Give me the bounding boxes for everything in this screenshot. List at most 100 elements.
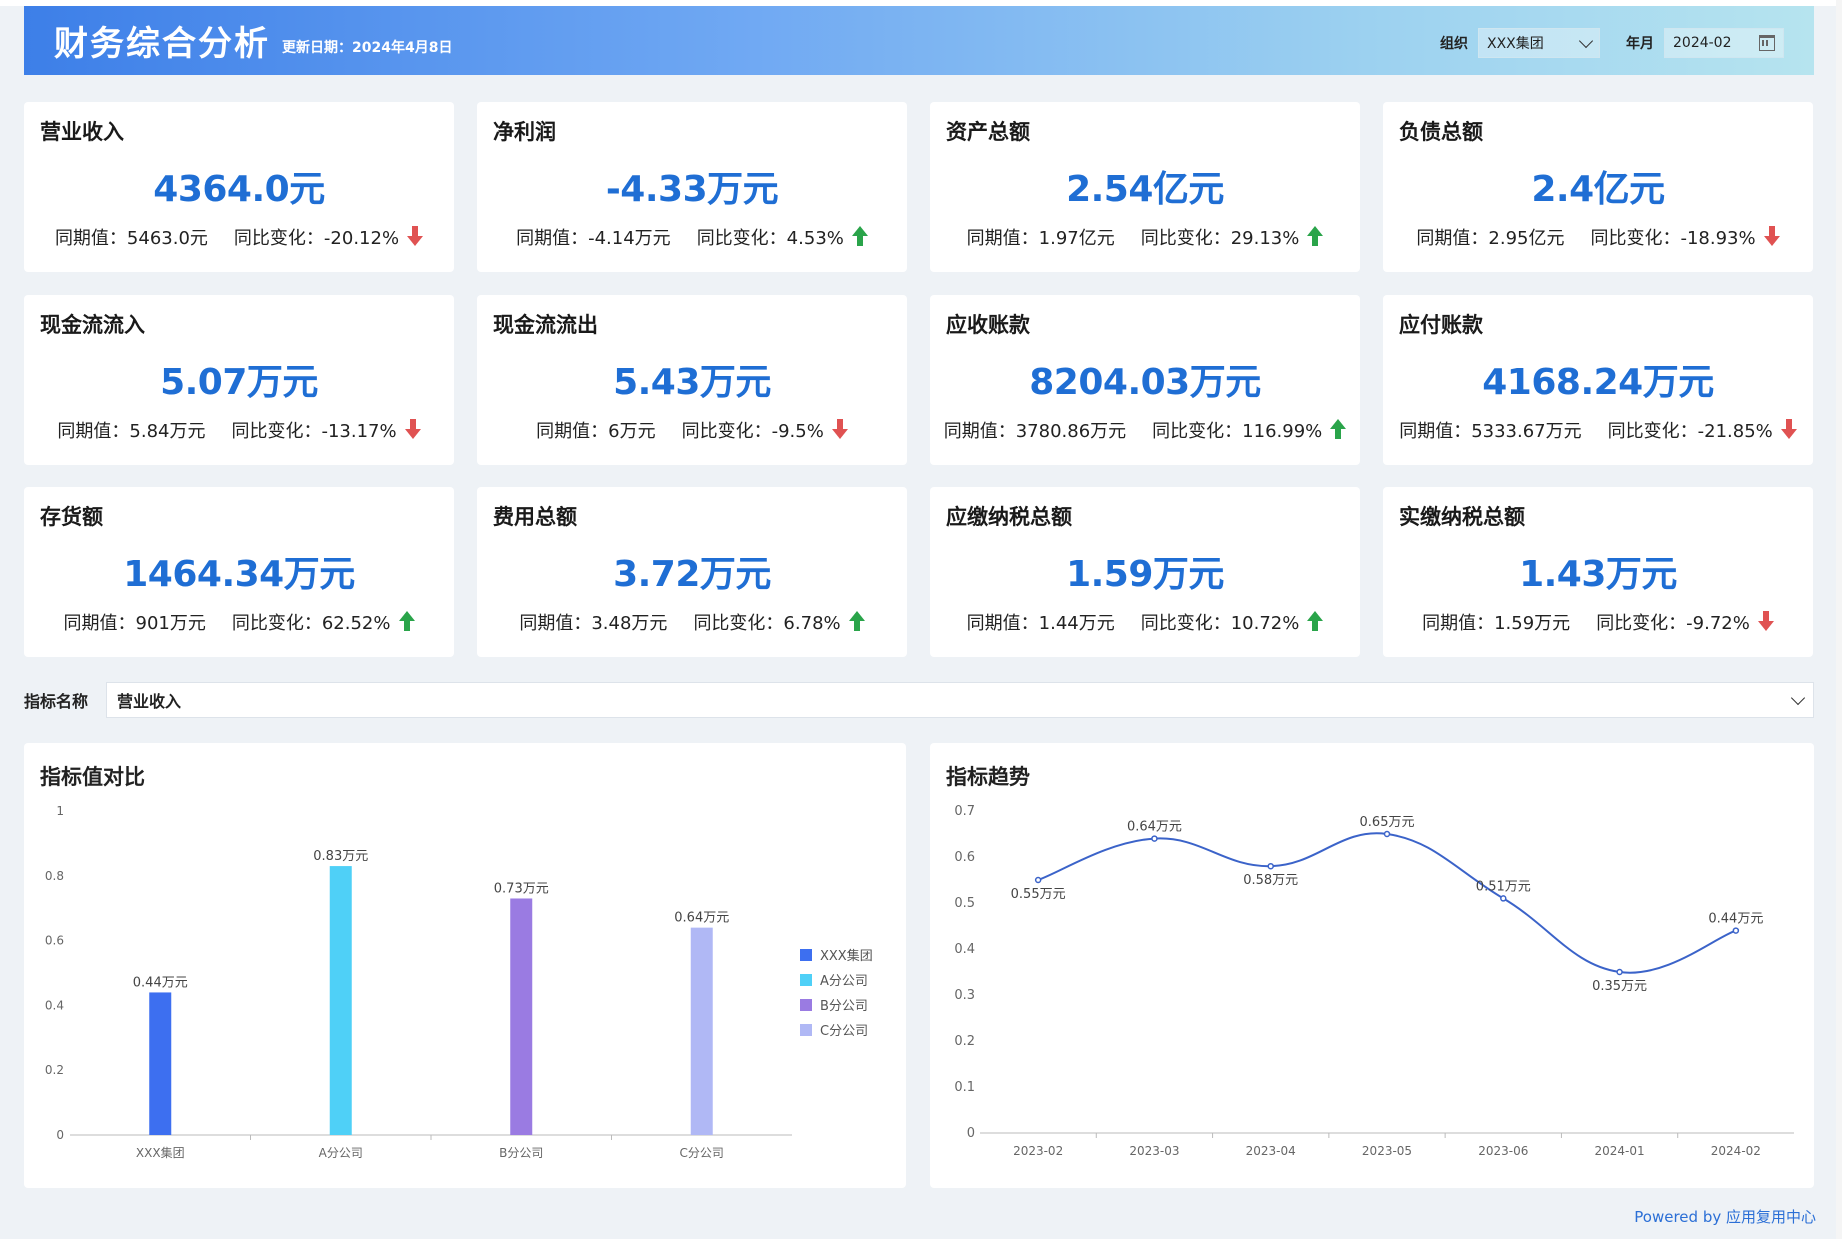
x-tick-label: 2023-04 <box>1246 1144 1296 1158</box>
kpi-prev-value: 同期值：901万元 <box>63 613 206 634</box>
kpi-footer: 同期值：3.48万元 同比变化：6.78% <box>477 609 907 635</box>
kpi-value: 4364.0元 <box>153 169 325 210</box>
arrow-down-icon <box>1763 226 1780 246</box>
month-picker[interactable]: 2024-02 <box>1664 28 1784 58</box>
kpi-value: 2.54亿元 <box>1066 169 1224 210</box>
chevron-down-icon <box>1578 33 1594 48</box>
kpi-change: 同比变化：-13.17% <box>231 421 397 442</box>
org-select[interactable]: XXX集团 <box>1478 28 1600 58</box>
y-tick-label: 0.2 <box>45 1063 64 1077</box>
kpi-value: 3.72万元 <box>613 554 771 595</box>
kpi-footer: 同期值：1.44万元 同比变化：10.72% <box>930 609 1360 635</box>
arrow-up-icon <box>851 226 868 246</box>
kpi-value: 1.43万元 <box>1519 554 1677 595</box>
indicator-select[interactable]: 营业收入 <box>106 682 1814 718</box>
line-chart-panel: 指标趋势 0 0.1 0.2 0.3 0.4 0.5 0.6 0.7 2023-02 2023-0… <box>930 743 1814 1188</box>
arrow-down-icon <box>831 419 848 439</box>
filter-controls: 组织 XXX集团 年月 2024-02 <box>1440 28 1784 58</box>
kpi-name: 应缴纳税总额 <box>946 505 1072 529</box>
legend-label: A分公司 <box>820 974 868 989</box>
kpi-value: 1464.34万元 <box>123 554 355 595</box>
y-tick-label: 0.6 <box>45 934 64 948</box>
line-point <box>1616 968 1623 976</box>
legend-swatch <box>800 999 812 1011</box>
scrollbar[interactable] <box>1836 0 1842 1239</box>
kpi-footer: 同期值：6万元 同比变化：-9.5% <box>477 417 907 443</box>
month-label: 年月 <box>1626 36 1654 52</box>
line-point <box>1034 876 1042 884</box>
bar-data-label: 0.73万元 <box>494 881 549 896</box>
bar-chart: 0 0.2 0.4 0.6 0.8 1 0.44万元 XXX集团 0.83万元 A分公司 0.73万… <box>45 804 873 1160</box>
arrow-up-icon <box>1330 419 1347 439</box>
y-tick-label: 0.3 <box>954 988 975 1003</box>
y-tick-label: 0.4 <box>954 942 975 957</box>
kpi-footer: 同期值：901万元 同比变化：62.52% <box>24 609 454 635</box>
line-point <box>1732 927 1740 934</box>
y-tick-label: 0.4 <box>45 998 64 1012</box>
kpi-change: 同比变化：-21.85% <box>1607 421 1773 442</box>
org-label: 组织 <box>1440 36 1468 52</box>
x-tick-label: C分公司 <box>680 1146 724 1160</box>
legend-swatch <box>800 949 812 961</box>
kpi-card: 应缴纳税总额 1.59万元同期值：1.44万元 同比变化：10.72% <box>930 487 1360 657</box>
chevron-down-icon <box>1790 690 1806 705</box>
kpi-prev-value: 同期值：2.95亿元 <box>1416 228 1565 249</box>
kpi-name: 营业收入 <box>40 120 124 144</box>
legend-label: B分公司 <box>820 999 868 1014</box>
kpi-footer: 同期值：5463.0元 同比变化：-20.12% <box>24 224 454 250</box>
arrow-down-icon <box>1780 419 1797 439</box>
x-tick-label: A分公司 <box>319 1146 363 1160</box>
kpi-name: 费用总额 <box>493 505 577 529</box>
legend-label: C分公司 <box>820 1024 868 1039</box>
kpi-value: 5.43万元 <box>613 362 771 403</box>
line-point <box>1500 895 1507 902</box>
x-tick-label: XXX集团 <box>136 1145 185 1160</box>
arrow-up-icon <box>1307 226 1324 246</box>
kpi-footer: 同期值：1.59万元 同比变化：-9.72% <box>1383 609 1813 635</box>
kpi-footer: 同期值：5333.67万元 同比变化：-21.85% <box>1383 417 1813 443</box>
kpi-value: 5.07万元 <box>160 362 318 403</box>
kpi-card: 净利润 -4.33万元 同期值：-4.14万元 同比变化：4.53% <box>477 102 907 272</box>
y-tick-label: 0.2 <box>954 1034 975 1049</box>
x-tick-label: 2023-06 <box>1478 1144 1528 1158</box>
kpi-name: 应付账款 <box>1399 313 1483 337</box>
x-tick-label: 2023-02 <box>1013 1144 1063 1158</box>
kpi-change: 同比变化：-18.93% <box>1590 228 1756 249</box>
kpi-card: 资产总额 2.54亿元 同期值：1.97亿元 同比变化：29.13% <box>930 102 1360 272</box>
line-point <box>1267 862 1274 870</box>
series-line <box>1037 832 1737 974</box>
kpi-prev-value: 同期值：1.59万元 <box>1422 613 1571 634</box>
kpi-value: 4168.24万元 <box>1482 362 1714 403</box>
arrow-up-icon <box>398 611 415 631</box>
bar <box>149 992 172 1135</box>
kpi-name: 实缴纳税总额 <box>1399 505 1525 529</box>
update-date: 更新日期：2024年4月8日 <box>282 39 453 56</box>
kpi-card: 负债总额 2.4亿元 同期值：2.95亿元 同比变化：-18.93% <box>1383 102 1813 272</box>
kpi-value: 8204.03万元 <box>1029 362 1261 403</box>
arrow-down-icon <box>404 419 421 439</box>
kpi-change: 同比变化：116.99% <box>1152 421 1323 442</box>
kpi-prev-value: 同期值：5463.0元 <box>54 228 208 249</box>
kpi-change: 同比变化：29.13% <box>1140 228 1300 249</box>
kpi-card: 费用总额 3.72万元同期值：3.48万元 同比变化：6.78% <box>477 487 907 657</box>
y-tick-label: 0.5 <box>954 896 975 911</box>
kpi-change: 同比变化：10.72% <box>1140 613 1300 634</box>
kpi-name: 应收账款 <box>946 313 1030 337</box>
kpi-card: 现金流流入 5.07万元 同期值：5.84万元 同比变化：-13.17% <box>24 295 454 465</box>
y-tick-label: 0.7 <box>954 804 975 819</box>
kpi-change: 同比变化：-20.12% <box>233 228 400 249</box>
kpi-footer: 同期值：-4.14万元 同比变化：4.53% <box>477 224 907 250</box>
bar-data-label: 0.83万元 <box>313 849 368 864</box>
kpi-card: 应付账款 4168.24万元同期值：5333.67万元 同比变化：-21.85% <box>1383 295 1813 465</box>
kpi-footer: 同期值：5.84万元 同比变化：-13.17% <box>24 417 454 443</box>
y-tick-label: 1 <box>56 804 64 818</box>
powered-by-link[interactable]: Powered by 应用复用中心 <box>1634 1206 1816 1227</box>
kpi-card: 存货额 1464.34万元 同期值：901万元 同比变化：62.52% <box>24 487 454 657</box>
x-tick-label: 2023-03 <box>1129 1144 1179 1158</box>
bar-chart-panel: 指标值对比 0 0.2 0.4 0.6 0.8 1 0.44万元 XXX集团 0.83万元 A分公… <box>24 743 906 1188</box>
indicator-label: 指标名称 <box>24 692 89 711</box>
calendar-icon[interactable] <box>1759 35 1775 51</box>
kpi-value: 1.59万元 <box>1066 554 1224 595</box>
bar-data-label: 0.44万元 <box>133 975 188 990</box>
month-picker-value: 2024-02 <box>1673 35 1732 51</box>
